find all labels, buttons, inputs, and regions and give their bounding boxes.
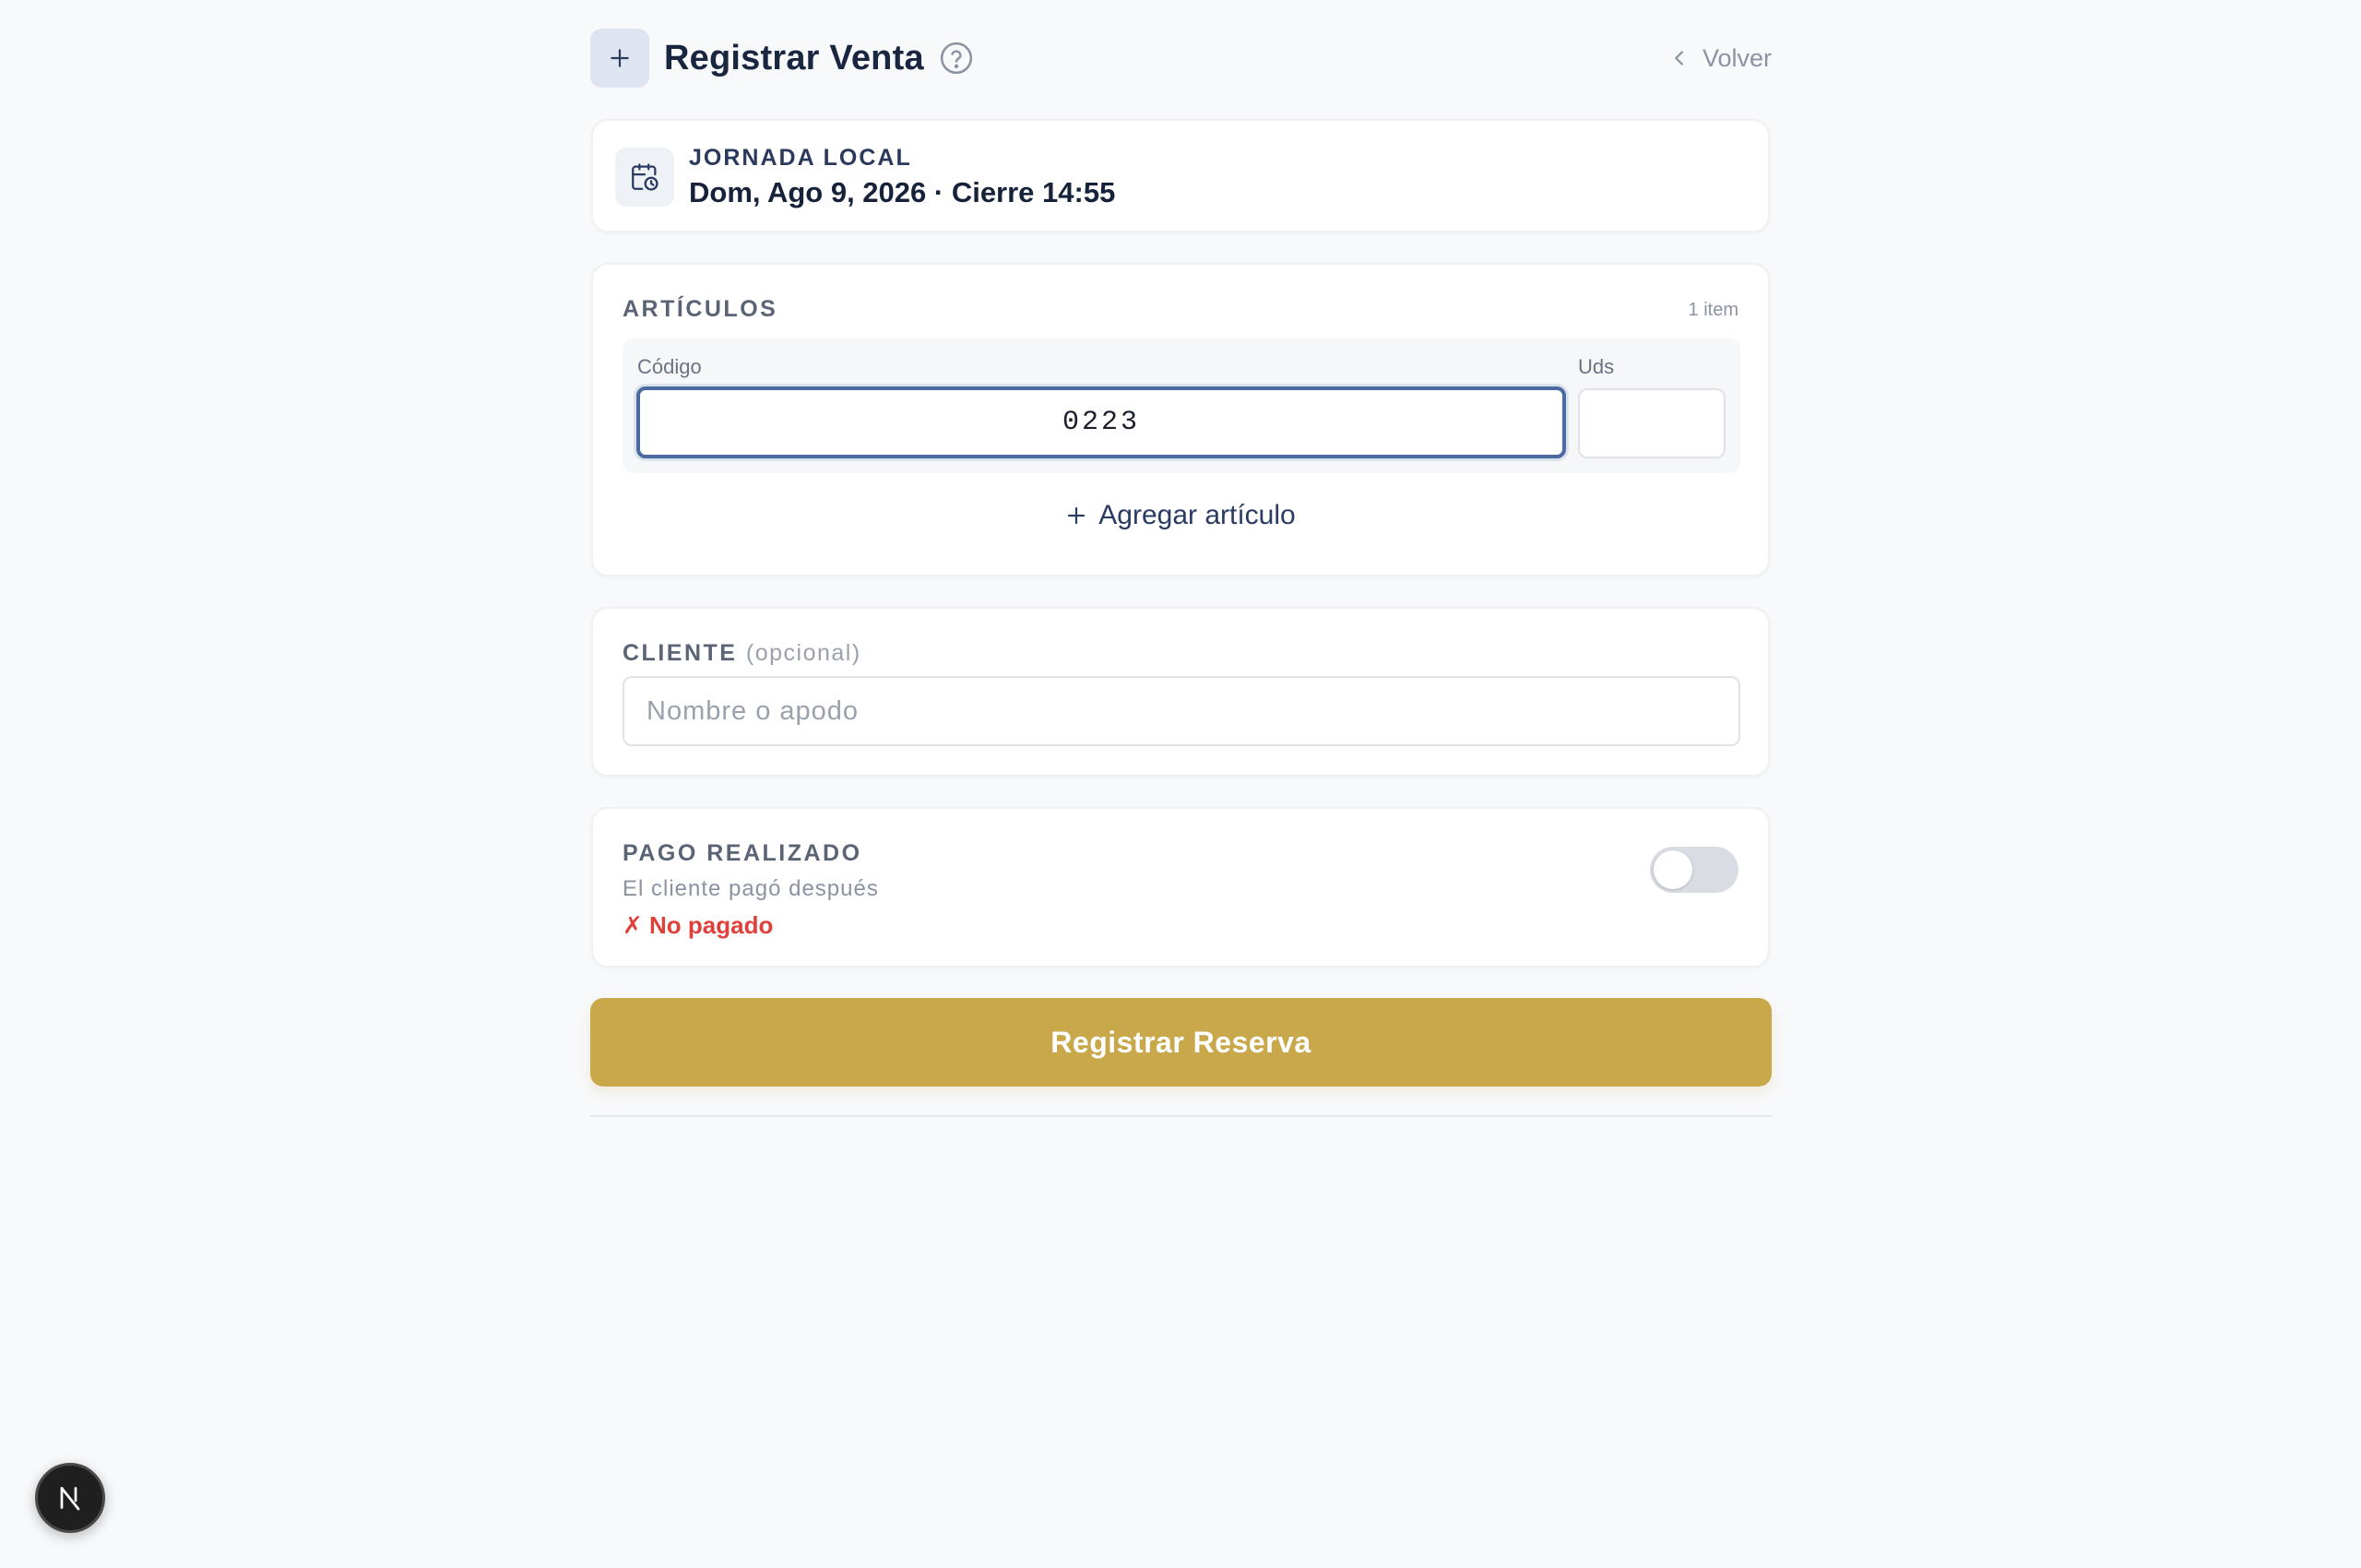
plus-icon bbox=[1068, 506, 1086, 525]
help-icon[interactable] bbox=[939, 41, 974, 76]
plus-icon bbox=[611, 49, 629, 67]
back-button[interactable]: Volver bbox=[1669, 29, 1772, 88]
calendar-clock-icon bbox=[632, 163, 658, 191]
payment-toggle[interactable] bbox=[1650, 847, 1738, 893]
client-optional-label: (opcional) bbox=[745, 640, 861, 666]
codigo-input[interactable] bbox=[636, 386, 1566, 458]
payment-subtitle: El cliente pagó después bbox=[623, 876, 879, 901]
jornada-label: JORNADA LOCAL bbox=[689, 145, 912, 171]
client-section-label: CLIENTE (opcional) bbox=[623, 640, 861, 667]
jornada-date: Dom, Ago 9, 2026 · Cierre 14:55 bbox=[689, 176, 1116, 208]
article-row: Código Uds bbox=[623, 339, 1740, 473]
item-count: 1 item bbox=[1688, 300, 1738, 320]
back-label: Volver bbox=[1702, 43, 1772, 72]
articles-section-label: ARTÍCULOS bbox=[623, 296, 778, 322]
client-name-input[interactable] bbox=[623, 676, 1740, 746]
payment-card: PAGO REALIZADO El cliente pagó después ✗… bbox=[591, 807, 1770, 968]
divider bbox=[590, 1115, 1772, 1117]
calendar-badge bbox=[615, 148, 674, 207]
client-label: CLIENTE bbox=[623, 640, 738, 666]
nextjs-logo-icon bbox=[60, 1487, 80, 1511]
add-article-label: Agregar artículo bbox=[1098, 500, 1296, 530]
toggle-knob bbox=[1654, 850, 1692, 889]
payment-status: ✗ No pagado bbox=[623, 911, 774, 939]
add-article-button[interactable]: Agregar artículo bbox=[593, 500, 1768, 531]
client-card: CLIENTE (opcional) bbox=[591, 607, 1770, 777]
new-sale-badge bbox=[590, 29, 649, 88]
articles-card: ARTÍCULOS 1 item Código Uds Agregar artí… bbox=[591, 263, 1770, 576]
page-header: Registrar Venta Volver bbox=[590, 29, 1772, 88]
nextjs-devtools-button[interactable] bbox=[35, 1463, 105, 1533]
jornada-card: JORNADA LOCAL Dom, Ago 9, 2026 · Cierre … bbox=[591, 119, 1770, 232]
codigo-caption: Código bbox=[637, 355, 702, 378]
uds-caption: Uds bbox=[1578, 355, 1615, 378]
page-title: Registrar Venta bbox=[664, 38, 924, 77]
payment-section-label: PAGO REALIZADO bbox=[623, 840, 862, 866]
register-reservation-button[interactable]: Registrar Reserva bbox=[590, 998, 1772, 1087]
uds-input[interactable] bbox=[1578, 388, 1726, 458]
chevron-left-icon bbox=[1675, 51, 1683, 65]
